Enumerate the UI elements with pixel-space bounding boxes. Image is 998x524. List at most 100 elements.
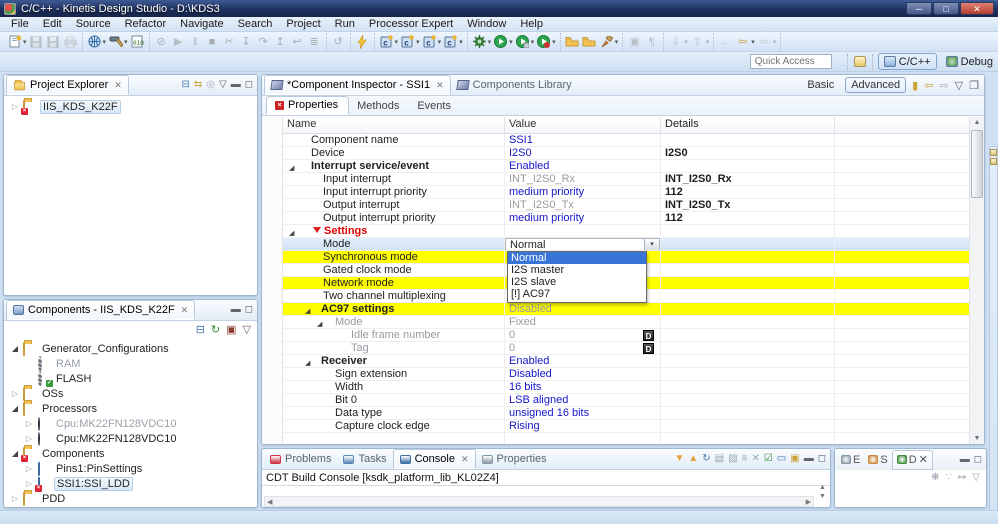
property-row-output-interrupt[interactable]: Output interrupt INT_I2S0_Tx INT_I2S0_Tx (283, 199, 969, 212)
property-row-bit-0[interactable]: Bit 0 LSB aligned (283, 394, 969, 407)
property-value[interactable]: Disabled (509, 368, 552, 380)
step-over-button[interactable]: ↷ (255, 33, 272, 50)
collapse-icon[interactable]: ◢ (289, 228, 294, 237)
property-value[interactable]: INT_I2S0_Rx (509, 173, 575, 185)
view-menu-button[interactable]: ▽ (243, 323, 251, 336)
binary-utility-button[interactable]: 010 (129, 33, 146, 50)
new-connection-button[interactable]: c ▾ (378, 33, 400, 50)
open-folder-button[interactable] (581, 33, 598, 50)
close-view-icon[interactable]: ✕ (181, 305, 189, 316)
property-value[interactable]: 0 (509, 342, 515, 354)
property-value[interactable]: medium priority (509, 186, 584, 198)
component-item-flash[interactable]: ✓ FLASH (6, 370, 255, 387)
dropdown-arrow-icon[interactable]: ▾ (615, 38, 619, 46)
column-header-value[interactable]: Value (505, 117, 661, 133)
menu-navigate[interactable]: Navigate (173, 17, 230, 31)
menu-source[interactable]: Source (69, 17, 118, 31)
mode-combobox[interactable]: Normal ▾ (505, 238, 660, 250)
dropdown-option-i2s-slave[interactable]: I2S slave (508, 276, 646, 288)
dropdown-arrow-icon[interactable]: ▾ (124, 38, 128, 46)
back-button[interactable]: ⇦ ▾ (734, 33, 756, 50)
minimized-tab-expressions[interactable]: E (837, 450, 864, 470)
dropdown-arrow-icon[interactable]: ▾ (438, 38, 442, 46)
debug-configurations-button[interactable]: ▾ (86, 33, 108, 50)
collapse-all-button[interactable]: ⊟ (196, 323, 205, 336)
step-into-button[interactable]: ↧ (238, 33, 255, 50)
property-row-component-name[interactable]: Component name SSI1 (283, 134, 969, 147)
run-to-line-icon[interactable]: ↦ (958, 472, 966, 483)
expand-icon[interactable]: ▷ (10, 102, 20, 111)
suspend-button[interactable]: ‖ (187, 33, 204, 50)
subtab-events[interactable]: Events (409, 98, 461, 115)
view-menu-button[interactable]: ▽ (219, 78, 227, 92)
property-value-cell[interactable] (505, 225, 661, 237)
pin-console-button[interactable]: ≡ (742, 452, 748, 466)
minimize-view-button[interactable]: ▬ (804, 452, 814, 466)
property-row-idle-frame-number[interactable]: Idle frame number 0 D (283, 329, 969, 342)
pin-note-icon[interactable]: ▮ (912, 79, 918, 92)
menu-processor-expert[interactable]: Processor Expert (362, 17, 460, 31)
minimize-view-button[interactable]: ▬ (231, 78, 241, 92)
column-header-name[interactable]: Name (283, 117, 505, 133)
close-window-button[interactable]: ✕ (960, 2, 994, 15)
table-vertical-scrollbar[interactable]: ▲ ▼ (969, 117, 984, 444)
forward-button[interactable]: ⇨ ▾ (756, 33, 778, 50)
combobox-arrow-icon[interactable]: ▾ (644, 239, 659, 250)
word-wrap-button[interactable]: ▤ (715, 452, 724, 466)
last-edit-location-button[interactable]: ← (717, 33, 734, 50)
new-c-file-button[interactable]: c ▾ (421, 33, 443, 50)
dropdown-arrow-icon[interactable]: ▾ (552, 38, 556, 46)
property-value[interactable]: LSB aligned (509, 394, 568, 406)
maximize-view-button[interactable]: ◻ (245, 303, 253, 317)
close-editor-icon[interactable]: ✕ (436, 80, 444, 91)
property-row-sign-extension[interactable]: Sign extension Disabled (283, 368, 969, 381)
property-value-cell[interactable]: 0D (505, 342, 661, 354)
default-value-button[interactable]: D (643, 330, 654, 341)
dropdown-arrow-icon[interactable]: ▾ (459, 38, 463, 46)
maximize-window-button[interactable]: □ (933, 2, 959, 15)
property-value-cell[interactable]: unsigned 16 bits (505, 407, 661, 419)
minimized-view-icon[interactable] (990, 158, 997, 165)
new-wizard-button[interactable]: ▾ (6, 33, 28, 50)
open-perspective-button[interactable] (853, 53, 867, 70)
property-row-device[interactable]: Device I2S0 I2S0 (283, 147, 969, 160)
dropdown-option-i2s-master[interactable]: I2S master (508, 264, 646, 276)
restart-button[interactable]: ↺ (330, 33, 347, 50)
tab-components-library[interactable]: Components Library (451, 75, 578, 95)
property-value[interactable]: 16 bits (509, 381, 541, 393)
basic-mode-button[interactable]: Basic (802, 78, 839, 92)
close-view-icon[interactable]: ✕ (461, 454, 469, 465)
property-value[interactable]: Fixed (509, 316, 536, 328)
quick-access-input[interactable] (749, 54, 832, 69)
collapse-icon[interactable]: ◢ (10, 344, 20, 353)
menu-file[interactable]: File (4, 17, 36, 31)
dropdown-arrow-icon[interactable]: ▾ (751, 38, 755, 46)
default-value-button[interactable]: D (643, 343, 654, 354)
show-console-when-stderr-changes-button[interactable]: ▲ (688, 452, 698, 466)
save-all-button[interactable] (45, 33, 62, 50)
scroll-down-icon[interactable]: ▼ (971, 433, 983, 444)
menu-refactor[interactable]: Refactor (118, 17, 174, 31)
minimized-tab-search[interactable]: S (864, 450, 891, 470)
debug-tool-icon[interactable]: ❋ (931, 472, 939, 483)
property-row-tag[interactable]: Tag 0 D (283, 342, 969, 355)
view-menu-button[interactable]: ▽ (955, 79, 963, 92)
component-item-pdd[interactable]: ▷ PDD (6, 491, 255, 506)
dropdown-arrow-icon[interactable]: ▾ (416, 38, 420, 46)
property-value[interactable]: Enabled (509, 160, 549, 172)
property-value-cell[interactable]: 16 bits (505, 381, 661, 393)
property-value-cell[interactable]: INT_I2S0_Rx (505, 173, 661, 185)
print-button[interactable] (62, 33, 79, 50)
show-whitespace-button[interactable]: ¶ (643, 33, 660, 50)
tab-properties[interactable]: Properties (476, 449, 553, 469)
dropdown-arrow-icon[interactable]: ▾ (395, 38, 399, 46)
component-item-cpu-mk22fn128vdc10[interactable]: ▷ Cpu:MK22FN128VDC10 (6, 416, 255, 431)
dropdown-option-normal[interactable]: Normal (508, 252, 646, 264)
menu-run[interactable]: Run (328, 17, 362, 31)
property-value[interactable]: I2S0 (509, 147, 532, 159)
save-button[interactable] (28, 33, 45, 50)
property-row-ac97-settings[interactable]: ◢ AC97 settings Disabled (283, 303, 969, 316)
collapse-icon[interactable]: ◢ (289, 163, 294, 172)
property-row-interrupt-service-event[interactable]: ◢ Interrupt service/event Enabled (283, 160, 969, 173)
component-item-pins1-pinsettings[interactable]: ▷ Pins1:PinSettings (6, 461, 255, 476)
